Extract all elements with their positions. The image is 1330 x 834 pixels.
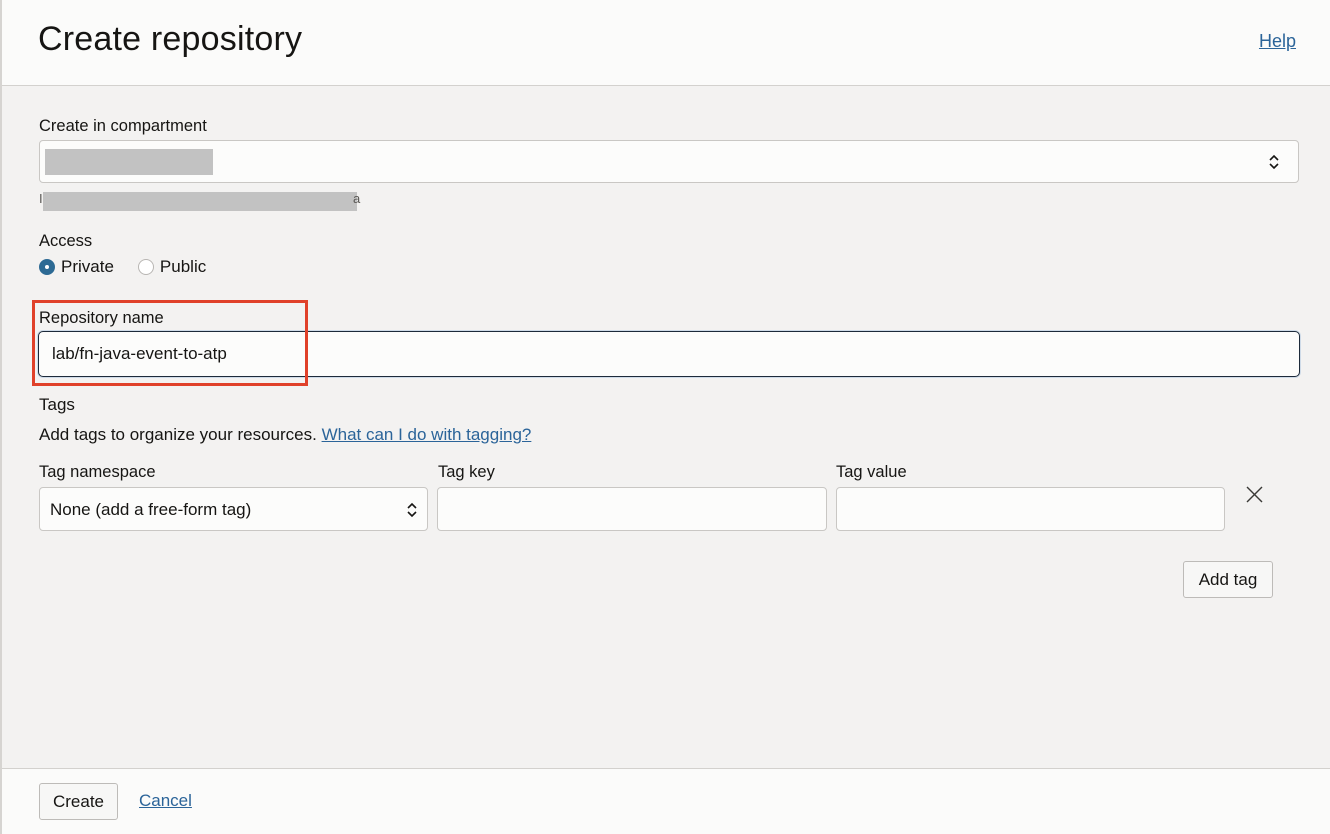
repository-name-label: Repository name bbox=[39, 309, 164, 327]
private-radio-label[interactable]: Private bbox=[61, 257, 114, 277]
help-link[interactable]: Help bbox=[1259, 31, 1296, 52]
close-icon[interactable] bbox=[1246, 486, 1263, 503]
tag-namespace-select[interactable]: None (add a free-form tag) bbox=[39, 487, 428, 531]
public-radio-label[interactable]: Public bbox=[160, 257, 206, 277]
redacted-compartment-path bbox=[43, 192, 357, 211]
page-title: Create repository bbox=[38, 20, 303, 58]
tag-key-label: Tag key bbox=[438, 463, 495, 481]
repository-name-input[interactable]: lab/fn-java-event-to-atp bbox=[38, 331, 1300, 377]
tag-namespace-value: None (add a free-form tag) bbox=[50, 500, 252, 519]
tag-value-input[interactable] bbox=[836, 487, 1225, 531]
create-button[interactable]: Create bbox=[39, 783, 118, 820]
access-label: Access bbox=[39, 232, 93, 250]
cancel-link[interactable]: Cancel bbox=[139, 791, 192, 811]
create-repository-panel: Create repository Help Create in compart… bbox=[0, 0, 1330, 834]
panel-footer bbox=[2, 768, 1330, 834]
add-tag-button[interactable]: Add tag bbox=[1183, 561, 1273, 598]
compartment-path: I a bbox=[39, 191, 369, 211]
compartment-path-suffix: a bbox=[353, 191, 361, 206]
tag-key-input[interactable] bbox=[437, 487, 827, 531]
tag-value-label: Tag value bbox=[836, 463, 907, 481]
public-radio[interactable] bbox=[137, 259, 154, 275]
tags-heading: Tags bbox=[39, 395, 75, 414]
compartment-select[interactable] bbox=[39, 140, 1299, 183]
redacted-compartment-value bbox=[45, 149, 213, 175]
select-chevron-icon bbox=[407, 502, 417, 518]
tags-description-row: Add tags to organize your resources. Wha… bbox=[39, 425, 531, 445]
select-chevron-icon bbox=[1269, 154, 1279, 170]
tag-namespace-label: Tag namespace bbox=[39, 463, 156, 481]
tags-description: Add tags to organize your resources. bbox=[39, 425, 317, 444]
private-radio[interactable] bbox=[39, 259, 55, 275]
access-radio-group: Private Public bbox=[39, 257, 230, 277]
tagging-help-link[interactable]: What can I do with tagging? bbox=[322, 425, 532, 444]
panel-header: Create repository Help bbox=[2, 0, 1330, 86]
compartment-label: Create in compartment bbox=[39, 117, 207, 135]
